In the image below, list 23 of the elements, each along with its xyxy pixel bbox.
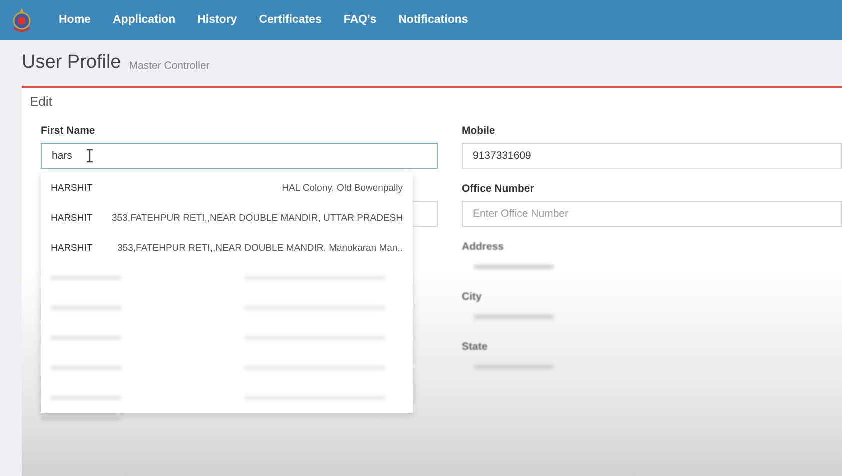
- field-label: First Name: [41, 125, 96, 137]
- nav-link[interactable]: History: [198, 14, 238, 26]
- field-label: Address: [462, 241, 506, 253]
- suggestion-item[interactable]: HARSHIT HAL Colony, Old Bowenpally: [41, 173, 413, 203]
- first-name-field[interactable]: hars: [41, 143, 438, 169]
- suggestion-item[interactable]: HARSHIT 353,FATEHPUR RETI,,NEAR DOUBLE MANDIR, UTTAR PRADESH: [41, 203, 413, 233]
- text-field[interactable]: 9137331609: [462, 143, 842, 169]
- field-label: Mobile: [462, 125, 496, 137]
- nav-link[interactable]: Home: [59, 14, 91, 26]
- text-field[interactable]: Enter Office Number: [462, 201, 842, 227]
- nav-link[interactable]: Notifications: [398, 14, 468, 26]
- text-cursor-icon: [86, 149, 94, 163]
- field-label: City: [462, 291, 483, 303]
- nav-link[interactable]: FAQ's: [344, 14, 377, 26]
- suggestion-item[interactable]: HARSHIT 353,FATEHPUR RETI,,NEAR DOUBLE MANDIR, Manokaran Man..: [41, 233, 413, 263]
- field-label: State: [462, 341, 489, 353]
- page-title: User Profile: [22, 52, 122, 74]
- nav-link[interactable]: Certificates: [259, 14, 322, 26]
- page-subtitle: Master Controller: [129, 58, 210, 72]
- field-label: Office Number: [462, 183, 536, 195]
- emblem-icon[interactable]: [11, 7, 33, 33]
- nav-link[interactable]: Application: [112, 14, 176, 26]
- panel-title: Edit: [29, 94, 54, 109]
